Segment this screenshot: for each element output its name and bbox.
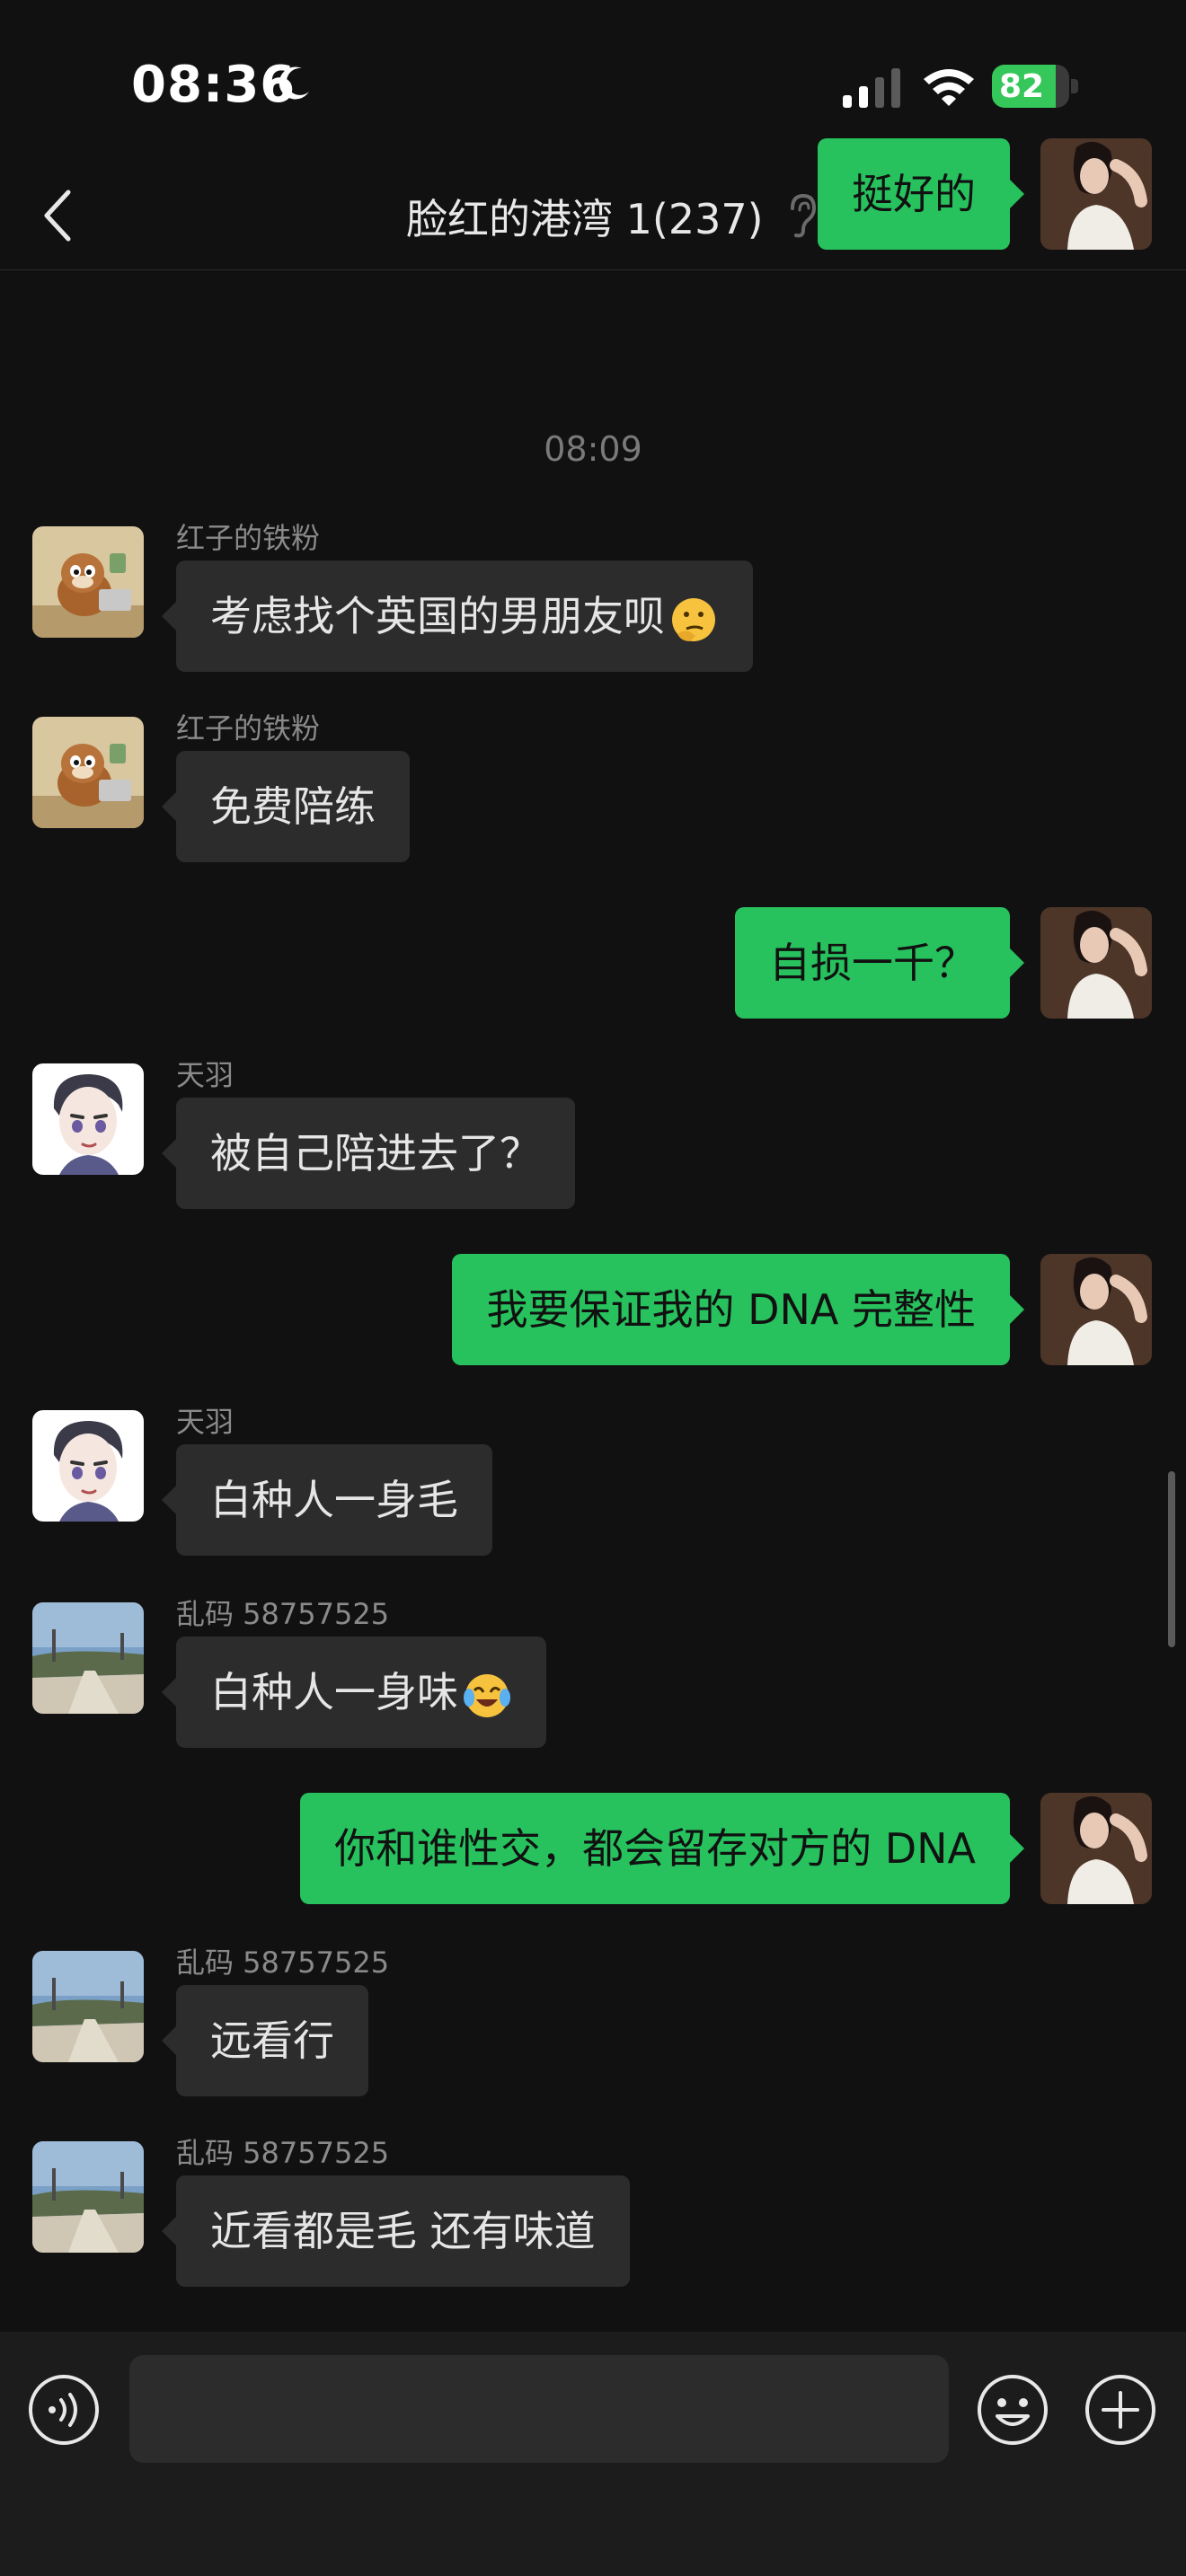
sender-name: 乱码 58757525	[176, 2136, 390, 2170]
sender-name: 天羽	[176, 1405, 235, 1439]
plus-icon[interactable]	[1084, 2373, 1157, 2447]
message-bubble-other[interactable]: 白种人一身毛	[162, 1444, 492, 1556]
message-text: 挺好的	[852, 170, 976, 218]
chevron-left-icon[interactable]	[36, 183, 79, 248]
street-photo-avatar[interactable]	[32, 1602, 144, 1714]
message-timestamp: 08:09	[544, 429, 642, 469]
message-text: 考虑找个英国的男朋友呗	[210, 592, 665, 640]
message-bubble-self[interactable]: 自损一千？	[735, 907, 1024, 1019]
message-text: 我要保证我的 DNA 完整性	[486, 1285, 976, 1334]
message-bubble-other[interactable]: 近看都是毛 还有味道	[162, 2175, 630, 2287]
message-text: 远看行	[210, 2016, 334, 2065]
sender-name: 天羽	[176, 1058, 235, 1092]
emoji-icon[interactable]	[976, 2373, 1049, 2447]
sender-name: 红子的铁粉	[176, 521, 321, 555]
message-bubble-self[interactable]: 你和谁性交，都会留存对方的 DNA	[300, 1793, 1024, 1904]
chipmunk-avatar[interactable]	[32, 526, 144, 638]
battery-indicator: 82	[992, 65, 1078, 108]
battery-percent: 82	[999, 68, 1045, 105]
message-input[interactable]	[129, 2355, 949, 2463]
message-bubble-other[interactable]: 考虑找个英国的男朋友呗	[162, 560, 753, 672]
status-bar: 08:36 82	[0, 0, 1186, 162]
message-bubble-other[interactable]: 免费陪练	[162, 751, 410, 862]
input-bar	[0, 2332, 1186, 2576]
message-text: 被自己陪进去了？	[210, 1129, 541, 1178]
message-text: 近看都是毛 还有味道	[210, 2207, 596, 2255]
message-bubble-other[interactable]: 白种人一身味	[162, 1636, 546, 1748]
message-text: 免费陪练	[210, 782, 376, 831]
self-avatar[interactable]	[1040, 1793, 1152, 1904]
signal-icon	[843, 68, 900, 108]
status-time: 08:36	[131, 56, 296, 114]
thinking-face-emoji	[672, 597, 715, 641]
message-text: 你和谁性交，都会留存对方的 DNA	[334, 1824, 976, 1873]
wifi-icon	[924, 69, 974, 106]
scrollbar[interactable]	[1168, 1471, 1175, 1647]
message-text: 白种人一身味	[210, 1668, 458, 1716]
sender-name: 红子的铁粉	[176, 711, 321, 745]
sender-name: 乱码 58757525	[176, 1945, 390, 1980]
ear-icon	[791, 193, 817, 238]
cartoon-boy-avatar[interactable]	[32, 1063, 144, 1175]
chat-title: 脸红的港湾 1(237)	[406, 195, 764, 243]
message-bubble-self[interactable]: 挺好的	[818, 138, 1024, 250]
crying-laughing-emoji	[464, 1673, 510, 1717]
self-avatar[interactable]	[1040, 1254, 1152, 1365]
street-photo-avatar[interactable]	[32, 2141, 144, 2253]
self-avatar[interactable]	[1040, 138, 1152, 250]
voice-icon[interactable]	[27, 2373, 101, 2447]
message-bubble-other[interactable]: 远看行	[162, 1985, 368, 2096]
self-avatar[interactable]	[1040, 907, 1152, 1019]
message-text: 自损一千？	[769, 939, 976, 987]
message-bubble-self[interactable]: 我要保证我的 DNA 完整性	[452, 1254, 1024, 1365]
cartoon-boy-avatar[interactable]	[32, 1410, 144, 1522]
message-bubble-other[interactable]: 被自己陪进去了？	[162, 1098, 575, 1209]
chipmunk-avatar[interactable]	[32, 717, 144, 828]
sender-name: 乱码 58757525	[176, 1597, 390, 1631]
street-photo-avatar[interactable]	[32, 1951, 144, 2062]
moon-icon	[279, 66, 309, 100]
message-text: 白种人一身毛	[210, 1476, 458, 1524]
